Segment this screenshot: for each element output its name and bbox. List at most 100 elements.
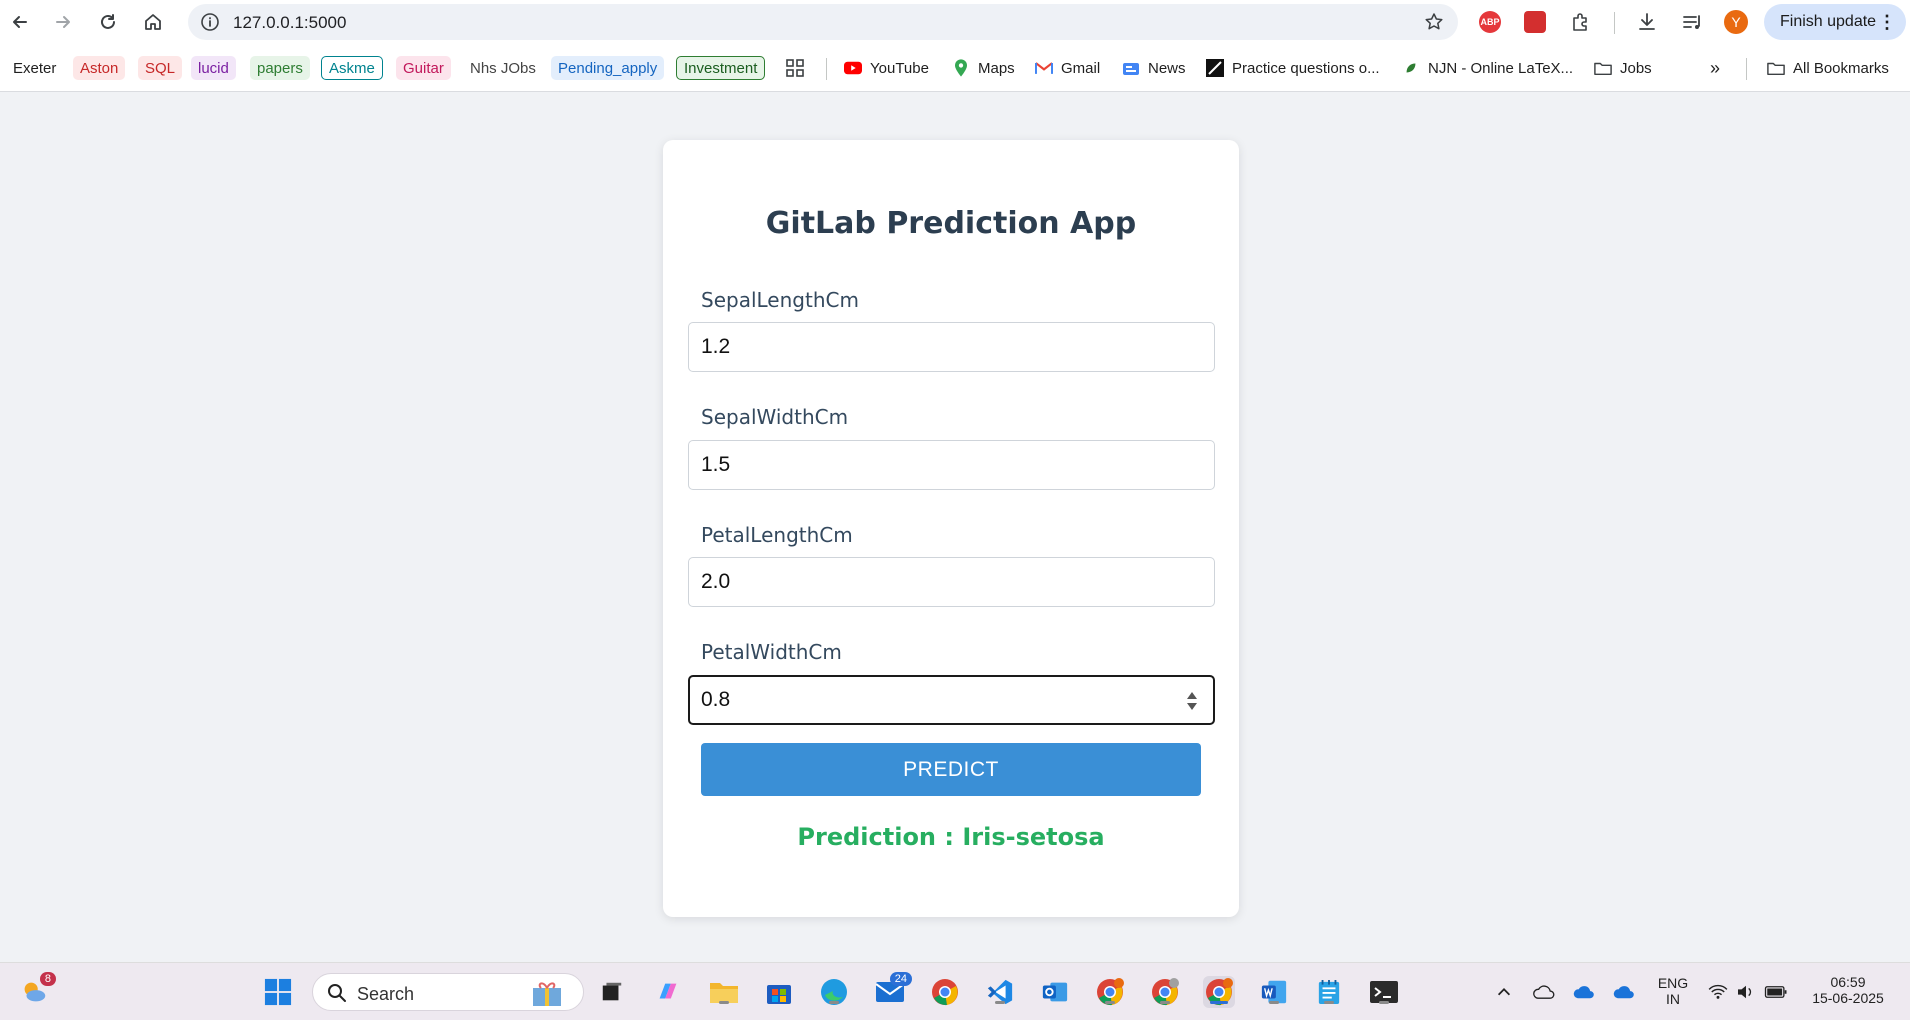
- taskbar-search[interactable]: Search: [312, 973, 584, 1011]
- start-button[interactable]: [262, 976, 294, 1008]
- running-indicator: [1105, 1001, 1115, 1004]
- extensions-button[interactable]: [1566, 7, 1596, 37]
- bookmark-njn-latex[interactable]: NJN - Online LaTeX...: [1402, 56, 1573, 80]
- sepal-width-input[interactable]: 1.5: [688, 440, 1215, 490]
- copilot-button[interactable]: [652, 976, 684, 1008]
- bookmark-aston[interactable]: Aston: [73, 56, 126, 80]
- volume-status[interactable]: [1730, 976, 1762, 1008]
- bookmark-guitar[interactable]: Guitar: [396, 56, 451, 80]
- onedrive-business-button[interactable]: [1568, 976, 1600, 1008]
- onedrive-cloud-icon: [1613, 986, 1634, 999]
- task-view-icon: [602, 982, 622, 1001]
- vscode-button[interactable]: [984, 976, 1016, 1008]
- bookmark-label: lucid: [198, 59, 229, 77]
- news-icon: [1122, 59, 1140, 77]
- windows-logo-icon: [264, 978, 292, 1006]
- petal-length-input[interactable]: 2.0: [688, 557, 1215, 607]
- onedrive-cloud-icon: [1573, 986, 1594, 999]
- show-hidden-icons-button[interactable]: [1488, 976, 1520, 1008]
- bookmark-practice-questions[interactable]: Practice questions o...: [1206, 56, 1380, 80]
- page-title: GitLab Prediction App: [765, 206, 1137, 241]
- chrome-button[interactable]: [929, 976, 961, 1008]
- bookmark-pending-apply[interactable]: Pending_apply: [551, 56, 665, 80]
- predict-button[interactable]: PREDICT: [701, 743, 1201, 796]
- bookmark-youtube[interactable]: YouTube: [844, 56, 929, 80]
- more-bookmarks-button[interactable]: »: [1710, 56, 1720, 80]
- reload-icon: [101, 14, 115, 29]
- outlook-icon: [1042, 982, 1068, 1002]
- windows-taskbar: 8 Search 24 ENG IN 06:59 15-06-2025: [0, 962, 1910, 1020]
- onedrive-personal-button[interactable]: [1528, 976, 1560, 1008]
- bookmark-sql[interactable]: SQL: [138, 56, 183, 80]
- file-explorer-button[interactable]: [708, 976, 740, 1008]
- onedrive-cloud-icon: [1533, 985, 1555, 999]
- sepal-width-label: SepalWidthCm: [701, 405, 849, 429]
- petal-width-input[interactable]: 0.8: [688, 675, 1215, 725]
- outlook-button[interactable]: [1039, 976, 1071, 1008]
- wifi-icon: [1708, 984, 1728, 999]
- reload-button[interactable]: [90, 4, 126, 40]
- bookmark-nhs-jobs[interactable]: Nhs JObs: [463, 56, 543, 80]
- battery-status[interactable]: [1760, 976, 1792, 1008]
- mail-button[interactable]: 24: [874, 972, 912, 1008]
- chrome-profile-3-button[interactable]: [1149, 976, 1181, 1008]
- task-view-button[interactable]: [596, 976, 628, 1008]
- bookmark-label: Guitar: [403, 59, 444, 77]
- bookmark-papers[interactable]: papers: [250, 56, 310, 80]
- bookmark-label: Jobs: [1620, 59, 1652, 77]
- petal-width-value: 0.8: [701, 688, 731, 711]
- terminal-button[interactable]: [1368, 976, 1400, 1008]
- address-bar[interactable]: 127.0.0.1:5000: [188, 4, 1458, 40]
- finish-update-button[interactable]: Finish update ⋮: [1764, 4, 1906, 40]
- apps-grid-button[interactable]: [786, 56, 804, 80]
- chrome-profile-2-button[interactable]: [1094, 976, 1126, 1008]
- forward-button[interactable]: [45, 4, 81, 40]
- word-button[interactable]: [1258, 976, 1290, 1008]
- clock[interactable]: 06:59 15-06-2025: [1800, 974, 1896, 1006]
- sepal-length-input[interactable]: 1.2: [688, 322, 1215, 372]
- number-spinner-icon[interactable]: [1185, 689, 1199, 713]
- language-indicator[interactable]: ENG IN: [1650, 975, 1696, 1007]
- notepad-button[interactable]: [1313, 976, 1345, 1008]
- bookmark-maps[interactable]: Maps: [952, 56, 1015, 80]
- bookmark-news[interactable]: News: [1122, 56, 1186, 80]
- profile-button[interactable]: Y: [1721, 7, 1751, 37]
- search-icon: [328, 984, 346, 1002]
- adblock-extension[interactable]: ABP: [1475, 7, 1505, 37]
- clock-date: 15-06-2025: [1812, 990, 1884, 1006]
- running-indicator: [1160, 1001, 1170, 1004]
- url-text: 127.0.0.1:5000: [233, 13, 347, 32]
- maps-pin-icon: [952, 59, 970, 77]
- bookmark-investment[interactable]: Investment: [676, 56, 766, 80]
- bookmark-folder-jobs[interactable]: Jobs: [1594, 56, 1652, 80]
- bookmarks-divider: [1746, 58, 1747, 80]
- running-indicator: [1269, 1001, 1279, 1004]
- back-button[interactable]: [2, 4, 38, 40]
- weather-widget[interactable]: 8: [18, 972, 56, 1008]
- bookmark-gmail[interactable]: Gmail: [1035, 56, 1100, 80]
- chrome-active-button[interactable]: [1203, 976, 1235, 1008]
- search-placeholder: Search: [357, 984, 415, 1004]
- media-controls-button[interactable]: [1677, 7, 1707, 37]
- home-button[interactable]: [135, 4, 171, 40]
- edge-button[interactable]: [818, 976, 850, 1008]
- bookmark-star-icon[interactable]: [1424, 12, 1444, 32]
- bookmark-label: Practice questions o...: [1232, 59, 1380, 77]
- downloads-button[interactable]: [1632, 7, 1662, 37]
- site-info-icon[interactable]: [200, 12, 220, 32]
- bookmark-lucid[interactable]: lucid: [191, 56, 236, 80]
- bookmark-exeter[interactable]: Exeter: [6, 56, 63, 80]
- all-bookmarks-folder[interactable]: All Bookmarks: [1767, 56, 1889, 80]
- ms-store-button[interactable]: [763, 976, 795, 1008]
- running-indicator: [719, 1001, 729, 1004]
- mendeley-extension[interactable]: [1520, 7, 1550, 37]
- petal-width-label: PetalWidthCm: [701, 640, 842, 664]
- bookmark-askme[interactable]: Askme: [321, 56, 383, 80]
- kebab-menu-icon[interactable]: ⋮: [1878, 12, 1896, 32]
- chevron-up-icon: [1497, 988, 1511, 996]
- toolbar-divider: [1614, 12, 1615, 34]
- copilot-icon: [659, 983, 677, 999]
- bookmark-label: SQL: [145, 59, 176, 77]
- onedrive-sync-button[interactable]: [1608, 976, 1640, 1008]
- forward-arrow-icon: [56, 16, 70, 28]
